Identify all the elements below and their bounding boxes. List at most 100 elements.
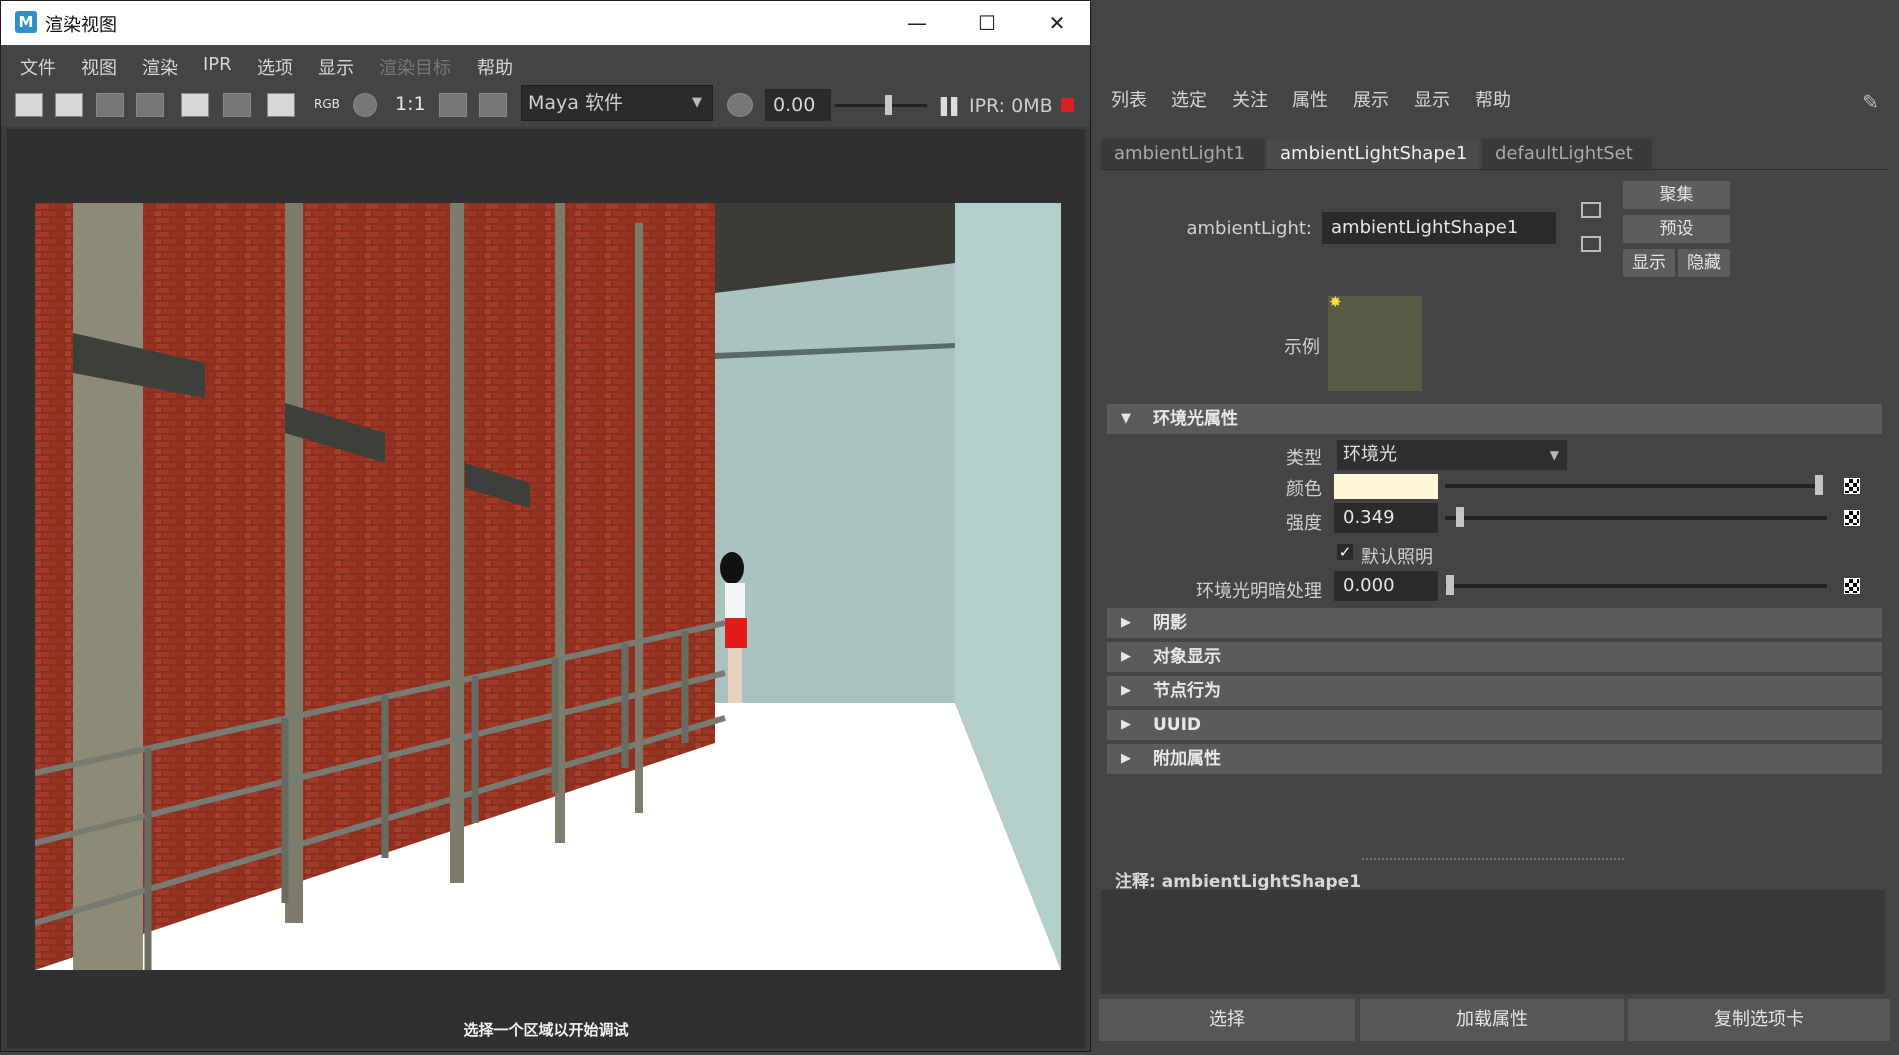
output-connection-icon[interactable] [1581, 236, 1601, 252]
type-value: 环境光 [1343, 444, 1397, 465]
show-button[interactable]: 显示 [1623, 249, 1675, 277]
menu-focus[interactable]: 关注 [1232, 86, 1268, 112]
color-slider-thumb[interactable] [1815, 475, 1823, 495]
alpha-channel-icon[interactable] [353, 93, 377, 117]
intensity-slider-thumb[interactable] [1456, 507, 1464, 527]
refresh-ipr-icon[interactable] [223, 93, 251, 117]
copy-tab-button[interactable]: 复制选项卡 [1628, 999, 1890, 1041]
render-region-icon[interactable] [55, 93, 83, 117]
section-uuid[interactable]: ▶ UUID [1107, 710, 1882, 740]
gamma-slider-thumb[interactable] [885, 95, 892, 115]
focus-button[interactable]: 聚集 [1623, 181, 1730, 209]
gamma-slider[interactable] [835, 95, 927, 115]
tab-defaultlightset[interactable]: defaultLightSet [1482, 139, 1652, 169]
input-connection-icon[interactable] [1581, 202, 1601, 218]
keep-image-icon[interactable] [439, 93, 467, 117]
render-settings-icon[interactable] [267, 93, 295, 117]
minimize-button[interactable]: — [882, 1, 952, 45]
snapshot-icon[interactable] [96, 93, 124, 117]
tabs-divider [1101, 169, 1889, 170]
maximize-button[interactable]: ☐ [952, 1, 1022, 45]
ipr-memory-label: IPR: 0MB [969, 95, 1053, 117]
ipr-render-icon[interactable] [181, 93, 209, 117]
pin-icon[interactable]: ✎ [1862, 90, 1879, 114]
hide-button[interactable]: 隐藏 [1678, 249, 1730, 277]
stop-render-icon[interactable] [1061, 98, 1074, 112]
render-view-window: M 渲染视图 — ☐ ✕ 文件 视图 渲染 IPR 选项 显示 渲染目标 帮助 … [0, 0, 1091, 1052]
menu-render[interactable]: 渲染 [142, 54, 178, 80]
tab-ambientlightshape1[interactable]: ambientLightShape1 [1267, 139, 1479, 169]
attribute-editor-menubar: 列表 选定 关注 属性 展示 显示 帮助 [1097, 82, 1899, 116]
redo-render-icon[interactable] [15, 93, 43, 117]
menu-help[interactable]: 帮助 [1475, 86, 1511, 112]
chevron-down-icon: ▼ [1549, 448, 1559, 462]
menu-help[interactable]: 帮助 [477, 54, 513, 80]
section-title: 阴影 [1153, 613, 1187, 633]
real-size-button[interactable]: 1:1 [395, 93, 426, 115]
renderer-value: Maya 软件 [528, 92, 623, 114]
menu-file[interactable]: 文件 [20, 54, 56, 80]
menu-selected[interactable]: 选定 [1171, 86, 1207, 112]
node-name-field[interactable]: ambientLightShape1 [1322, 212, 1556, 244]
color-swatch[interactable] [1334, 474, 1438, 499]
menu-ipr[interactable]: IPR [203, 54, 232, 75]
section-object-display[interactable]: ▶ 对象显示 [1107, 642, 1882, 672]
triangle-right-icon: ▶ [1121, 751, 1131, 766]
type-label: 类型 [1286, 448, 1322, 469]
ambient-shade-slider-thumb[interactable] [1446, 575, 1454, 595]
sample-swatch [1328, 296, 1422, 391]
default-lighting-checkbox[interactable]: ✓ [1337, 544, 1353, 560]
render-canvas[interactable]: 选择一个区域以开始调试 [7, 129, 1085, 1049]
intensity-map-button[interactable] [1844, 510, 1860, 526]
section-shadows[interactable]: ▶ 阴影 [1107, 608, 1882, 638]
menu-options[interactable]: 选项 [257, 54, 293, 80]
ambient-shade-map-button[interactable] [1844, 578, 1860, 594]
section-node-behavior[interactable]: ▶ 节点行为 [1107, 676, 1882, 706]
close-button[interactable]: ✕ [1022, 1, 1092, 45]
remove-image-icon[interactable] [479, 93, 507, 117]
notes-label: 注释: ambientLightShape1 [1115, 872, 1362, 892]
triangle-right-icon: ▶ [1121, 615, 1131, 630]
tab-ambientlight1[interactable]: ambientLight1 [1101, 139, 1265, 169]
menu-render-target[interactable]: 渲染目标 [379, 54, 451, 80]
section-title: UUID [1153, 715, 1202, 735]
section-ambient-light-attributes[interactable]: ▼ 环境光属性 [1107, 404, 1882, 434]
intensity-field[interactable]: 0.349 [1334, 503, 1438, 533]
color-map-button[interactable] [1844, 478, 1860, 494]
ambient-shade-slider[interactable] [1445, 584, 1827, 588]
menu-view[interactable]: 视图 [81, 54, 117, 80]
section-extra-attributes[interactable]: ▶ 附加属性 [1107, 744, 1882, 774]
menu-attributes[interactable]: 属性 [1292, 86, 1328, 112]
sun-icon: ✸ [1329, 293, 1342, 311]
ambient-shade-label: 环境光明暗处理 [1196, 581, 1322, 602]
load-attributes-button[interactable]: 加载属性 [1360, 999, 1624, 1041]
menu-list[interactable]: 列表 [1111, 86, 1147, 112]
section-title: 节点行为 [1153, 681, 1221, 701]
notes-textarea[interactable] [1101, 890, 1885, 994]
type-dropdown[interactable]: 环境光 ▼ [1337, 440, 1567, 470]
maya-app-icon: M [15, 11, 37, 33]
presets-button[interactable]: 预设 [1623, 215, 1730, 243]
exposure-input[interactable]: 0.00 [765, 89, 831, 121]
rendered-image [35, 203, 1061, 970]
window-title: 渲染视图 [45, 15, 117, 36]
renderer-dropdown[interactable]: Maya 软件 ▼ [521, 85, 713, 121]
intensity-slider[interactable] [1445, 516, 1827, 520]
menu-show[interactable]: 展示 [1353, 86, 1389, 112]
section-title: 环境光属性 [1153, 409, 1238, 429]
menu-display[interactable]: 显示 [318, 54, 354, 80]
ambient-shade-field[interactable]: 0.000 [1334, 571, 1438, 601]
exposure-icon[interactable] [727, 93, 753, 117]
menu-display[interactable]: 显示 [1414, 86, 1450, 112]
chevron-down-icon: ▼ [692, 95, 702, 110]
node-type-label: ambientLight: [1186, 218, 1312, 239]
pause-ipr-icon[interactable]: ▌▌ [941, 97, 964, 116]
render-sequence-icon[interactable] [136, 93, 164, 117]
triangle-right-icon: ▶ [1121, 649, 1131, 664]
select-button[interactable]: 选择 [1099, 999, 1355, 1041]
render-status-text: 选择一个区域以开始调试 [463, 1021, 629, 1039]
color-slider[interactable] [1445, 484, 1823, 488]
section-title: 附加属性 [1153, 749, 1221, 769]
rgb-channel-button[interactable]: RGB [314, 97, 340, 111]
notes-resize-handle[interactable] [1362, 858, 1624, 860]
